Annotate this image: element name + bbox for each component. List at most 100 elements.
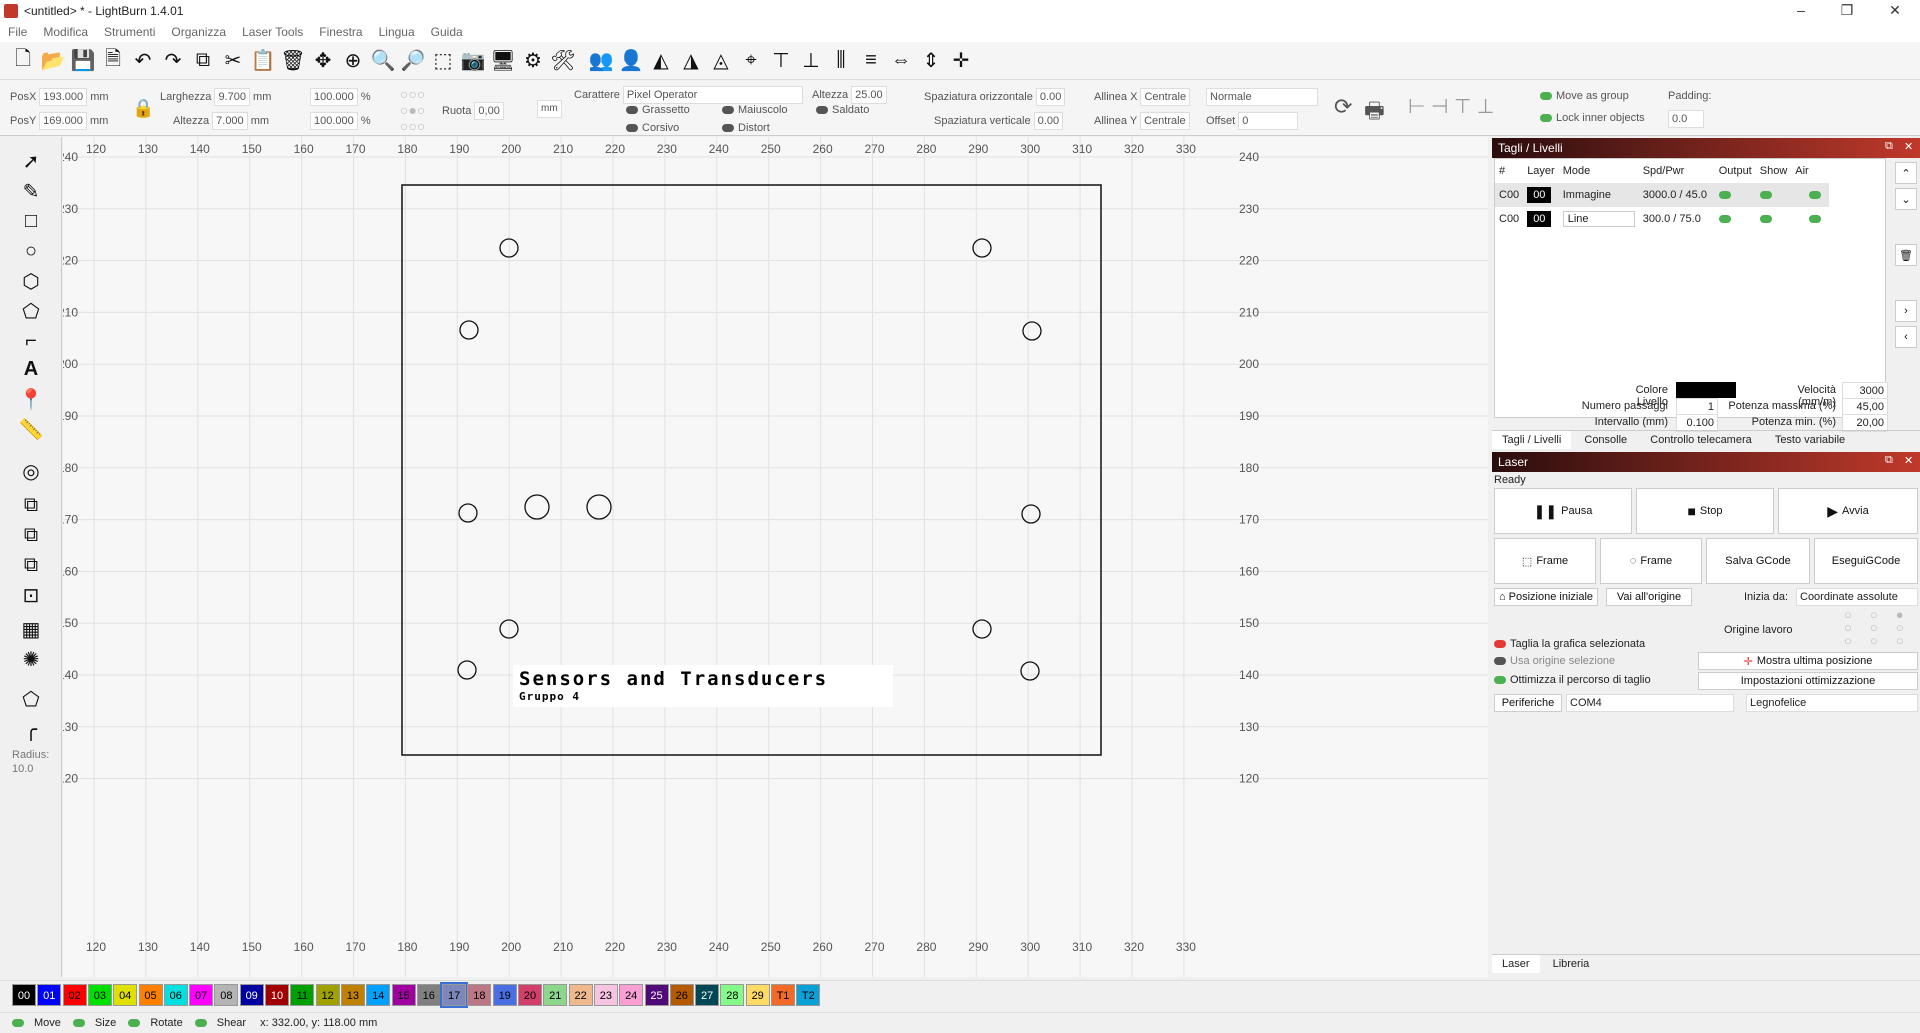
layer-color-swatch[interactable] (1676, 382, 1736, 398)
save-gcode-button[interactable]: Salva GCode (1706, 538, 1810, 584)
size-toggle[interactable]: Size (95, 1017, 116, 1029)
expand-left-icon[interactable]: ‹ (1895, 326, 1917, 348)
palette-color-03[interactable]: 03 (87, 984, 112, 1006)
bold-toggle[interactable]: Grassetto (642, 104, 690, 116)
units-button[interactable]: mm (537, 100, 562, 118)
lock-inner-toggle[interactable]: Lock inner objects (1556, 112, 1645, 124)
width-input[interactable]: 9.700 (214, 88, 250, 106)
hole-circle[interactable] (1021, 504, 1041, 524)
devices-button[interactable]: Periferiche (1494, 694, 1562, 712)
show-toggle[interactable] (1759, 191, 1772, 200)
radius-input[interactable]: 10.0 (12, 763, 33, 775)
frame-rubber-button[interactable]: ◌ Frame (1600, 538, 1702, 584)
run-gcode-button[interactable]: EseguiGCode (1814, 538, 1918, 584)
monitor-icon[interactable]: 🖥 (488, 46, 518, 76)
output-toggle[interactable] (1718, 215, 1731, 224)
show-last-position-button[interactable]: ✛ Mostra ultima posizione (1698, 652, 1918, 670)
palette-color-12[interactable]: 12 (315, 984, 340, 1006)
new-file-icon[interactable]: 🗋 (8, 46, 38, 76)
palette-color-T1[interactable]: T1 (771, 984, 795, 1006)
home-button[interactable]: ⌂ Posizione iniziale (1494, 588, 1598, 606)
palette-color-00[interactable]: 00 (12, 984, 36, 1006)
minimize-icon[interactable]: – (1778, 0, 1824, 22)
tab-console[interactable]: Consolle (1574, 431, 1637, 449)
palette-color-26[interactable]: 26 (669, 984, 694, 1006)
palette-color-18[interactable]: 18 (467, 984, 492, 1006)
float-laser-panel-icon[interactable]: ⧉ (1885, 454, 1893, 467)
align-center-icon[interactable]: ⌖ (736, 46, 766, 76)
menu-laser-tools[interactable]: Laser Tools (234, 25, 311, 39)
rectangle-icon[interactable]: □ (15, 207, 47, 235)
redo-icon[interactable]: ↷ (158, 46, 188, 76)
pentagon-icon[interactable]: ⬠ (15, 297, 47, 325)
palette-color-14[interactable]: 14 (366, 984, 391, 1006)
alignx-select[interactable]: Centrale (1140, 88, 1191, 106)
paste-icon[interactable]: 📋 (248, 46, 278, 76)
menu-file[interactable]: File (0, 25, 35, 39)
menu-organizza[interactable]: Organizza (163, 25, 234, 39)
cut-selected-toggle[interactable]: Taglia la grafica selezionata (1510, 638, 1645, 650)
height-input[interactable]: 7.000 (212, 112, 248, 130)
menu-guida[interactable]: Guida (423, 25, 471, 39)
import-icon[interactable]: 🗎 (98, 46, 128, 76)
design-subtitle-text[interactable]: Gruppo 4 (519, 690, 580, 703)
pen-icon[interactable]: ✎ (15, 177, 47, 205)
air-toggle[interactable] (1809, 215, 1822, 224)
layer-mode[interactable]: Immagine (1559, 183, 1639, 207)
palette-color-06[interactable]: 06 (163, 984, 188, 1006)
layer-color-badge[interactable]: 00 (1527, 187, 1552, 203)
tab-library[interactable]: Libreria (1543, 955, 1600, 973)
position-marker-icon[interactable]: 📍 (15, 385, 47, 413)
pause-button[interactable]: ❚❚ Pausa (1494, 488, 1632, 534)
lock-aspect-icon[interactable]: 🔒 (132, 98, 154, 119)
font-select[interactable]: Pixel Operator (622, 86, 803, 104)
palette-color-24[interactable]: 24 (619, 984, 644, 1006)
palette-color-T2[interactable]: T2 (796, 984, 821, 1006)
layer-mode-select[interactable]: Line (1562, 211, 1635, 227)
tab-camera[interactable]: Controllo telecamera (1640, 431, 1762, 449)
palette-color-15[interactable]: 15 (391, 984, 416, 1006)
design-title-text[interactable]: Sensors and Transducers (519, 668, 828, 690)
start-button[interactable]: ▶ Avvia (1778, 488, 1918, 534)
text-tool-icon[interactable]: A (15, 355, 47, 383)
align-top-icon[interactable]: ⊤ (766, 46, 796, 76)
close-icon[interactable]: ✕ (1872, 0, 1918, 22)
close-laser-panel-icon[interactable]: ✕ (1904, 454, 1913, 467)
settings-gear-icon[interactable]: ⚙ (518, 46, 548, 76)
hspace-input[interactable]: 0.00 (1035, 88, 1066, 106)
make-same-height-icon[interactable]: ⇕ (916, 46, 946, 76)
palette-color-13[interactable]: 13 (340, 984, 365, 1006)
move-toggle[interactable]: Move (34, 1017, 61, 1029)
zoom-frame-icon[interactable]: ⬚ (428, 46, 458, 76)
printer-icon[interactable]: 🖶 (1364, 94, 1385, 132)
ungroup-icon[interactable]: 👤 (616, 46, 646, 76)
palette-color-02[interactable]: 02 (62, 984, 87, 1006)
move-as-group-toggle[interactable]: Move as group (1556, 90, 1629, 102)
distort-toggle[interactable]: Distort (738, 122, 770, 134)
rotate-icon[interactable]: ◬ (706, 46, 736, 76)
design-canvas[interactable]: 120 130 140 150 160 170 180 190 200 210 220 230 240 2… (63, 137, 1488, 977)
select-arrow-icon[interactable]: ➚ (15, 147, 47, 175)
tab-laser[interactable]: Laser (1492, 955, 1540, 973)
edit-nodes-icon[interactable]: ⌐ (15, 327, 47, 355)
palette-color-20[interactable]: 20 (518, 984, 542, 1006)
text-height-input[interactable]: 25.00 (851, 86, 887, 104)
hole-circle[interactable] (457, 660, 477, 680)
uppercase-toggle[interactable]: Maiuscolo (738, 104, 788, 116)
anchor-grid-icon[interactable]: ○○○ ○●○ ○○○ (400, 86, 425, 134)
palette-color-09[interactable]: 09 (239, 984, 264, 1006)
ellipse-icon[interactable]: ○ (15, 237, 47, 265)
table-row[interactable]: C00 00 Line 300.0 / 75.0 (1495, 207, 1829, 231)
palette-color-08[interactable]: 08 (214, 984, 239, 1006)
close-panel-icon[interactable]: ✕ (1904, 140, 1913, 153)
palette-color-21[interactable]: 21 (543, 984, 568, 1006)
rotate-input[interactable]: 0,00 (474, 102, 504, 120)
vspace-input[interactable]: 0.00 (1033, 112, 1064, 130)
palette-color-25[interactable]: 25 (644, 984, 669, 1006)
menu-finestra[interactable]: Finestra (311, 25, 370, 39)
menu-modifica[interactable]: Modifica (35, 25, 96, 39)
posy-input[interactable]: 169.000 (39, 112, 87, 130)
subtract-icon[interactable]: ⧉ (15, 551, 47, 579)
offset-input[interactable]: 0 (1238, 112, 1299, 130)
maximize-icon[interactable]: ❐ (1824, 0, 1870, 22)
